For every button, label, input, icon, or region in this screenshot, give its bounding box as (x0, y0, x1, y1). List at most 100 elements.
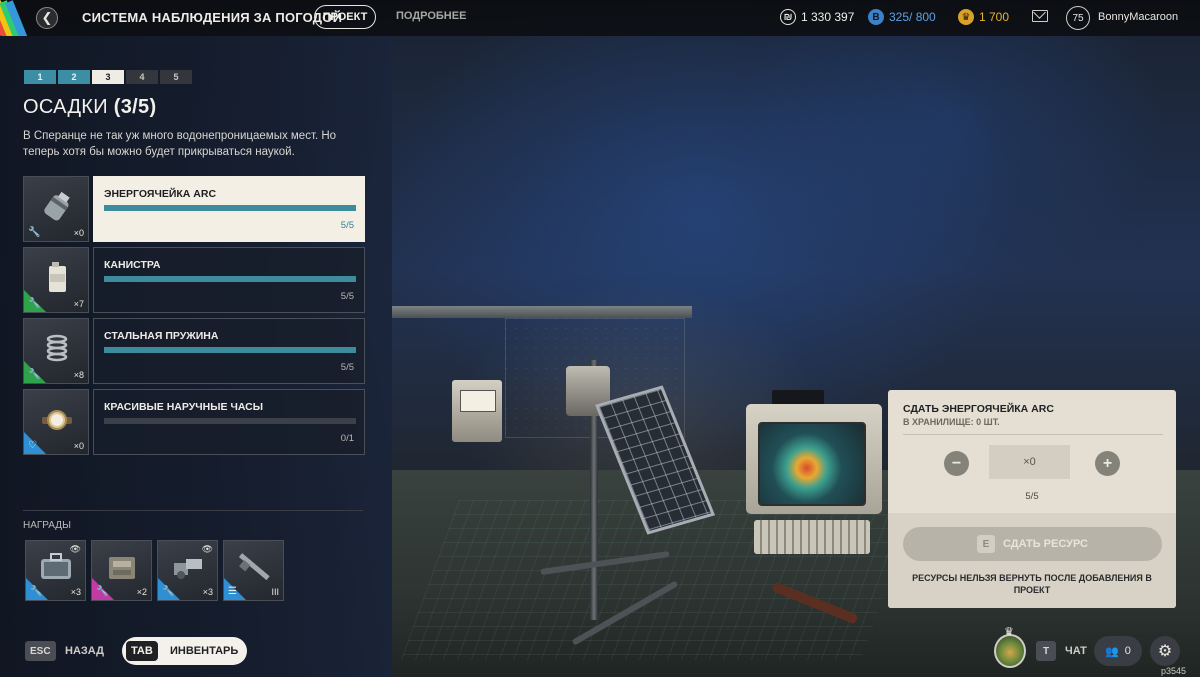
wrench-icon: 🔧 (28, 298, 41, 309)
item-progress-text: 5/5 (340, 220, 354, 231)
dialog-title: СДАТЬ ЭНЕРГОЯЧЕЙКА ARC (903, 403, 1054, 415)
decrease-button[interactable]: − (944, 451, 969, 476)
section-title: ОСАДКИ (3/5) (23, 96, 156, 119)
currency-value: 1 700 (979, 10, 1010, 24)
crown-icon: ♛ (1004, 626, 1014, 638)
friends-button[interactable]: 👥 0 (1094, 636, 1142, 666)
project-step-tabs: 1 2 3 4 5 (24, 70, 192, 84)
item-owned-count: ×0 (73, 228, 84, 238)
item-card[interactable]: ЭНЕРГОЯЧЕЙКА ARC 5/5 (93, 176, 365, 242)
energy-cell-icon (44, 191, 70, 221)
item-card[interactable]: КАНИСТРА 5/5 (93, 247, 365, 313)
section-name: ОСАДКИ (23, 96, 108, 118)
currency-value: 325/ 800 (889, 10, 936, 24)
increase-button[interactable]: + (1095, 451, 1120, 476)
inventory-label[interactable]: ИНВЕНТАРЬ (170, 645, 238, 657)
toolbox-icon (41, 553, 71, 579)
mechanism-icon (174, 559, 202, 579)
wristwatch-icon (42, 410, 72, 430)
reward-count: ×3 (70, 587, 81, 597)
avatar[interactable] (994, 634, 1026, 668)
wrench-icon: 🔧 (162, 586, 175, 597)
dialog-stock: В ХРАНИЛИЩЕ: 0 ШТ. (903, 417, 1000, 427)
item-card[interactable]: КРАСИВЫЕ НАРУЧНЫЕ ЧАСЫ 0/1 (93, 389, 365, 455)
weather-radar-screen (758, 422, 866, 506)
tab-project[interactable]: ПРОЕКТ (314, 5, 376, 29)
step-tab-1[interactable]: 1 (24, 70, 56, 84)
item-progress-fill (104, 205, 356, 211)
item-card[interactable]: СТАЛЬНАЯ ПРУЖИНА 5/5 (93, 318, 365, 384)
gem-icon: ♡ (28, 440, 37, 451)
item-progress-bar (104, 347, 356, 353)
list-icon: ☰ (228, 586, 237, 597)
reward-rifle[interactable]: ☰ III (223, 540, 284, 601)
reward-mechanism[interactable]: 👁 🔧 ×3 (157, 540, 218, 601)
item-thumbnail: 🔧 ×0 (23, 176, 89, 242)
wrench-icon: 🔧 (28, 227, 41, 238)
reward-toolbox[interactable]: 👁 🔧 ×3 (25, 540, 86, 601)
wrench-icon: 🔧 (28, 369, 41, 380)
wrench-icon: 🔧 (30, 586, 43, 597)
crate-icon (109, 557, 135, 579)
item-progress-bar (104, 418, 356, 424)
divider (23, 510, 363, 511)
section-progress: (3/5) (113, 96, 157, 118)
section-description: В Сперанце не так уж много водонепроница… (23, 130, 337, 158)
back-button[interactable]: ❮ (36, 7, 58, 29)
item-name: КРАСИВЫЕ НАРУЧНЫЕ ЧАСЫ (104, 401, 264, 413)
keyboard (754, 520, 870, 554)
esc-key-hint[interactable]: ESC (25, 641, 56, 661)
back-label[interactable]: НАЗАД (65, 645, 104, 657)
tab-details[interactable]: ПОДРОБНЕЕ (396, 10, 466, 22)
submit-resource-button[interactable]: E СДАТЬ РЕСУРС (903, 527, 1162, 561)
username[interactable]: BonnyMacaroon (1098, 11, 1178, 23)
eye-icon[interactable]: 👁 (202, 544, 213, 555)
reward-tier: III (271, 587, 279, 597)
item-progress-text: 5/5 (340, 291, 354, 302)
requirement-canister[interactable]: 🔧 ×7 КАНИСТРА 5/5 (23, 247, 365, 313)
reward-count: ×2 (136, 587, 147, 597)
canister-icon (49, 262, 66, 292)
mail-icon[interactable] (1032, 10, 1048, 22)
chevron-left-icon: ❮ (41, 10, 53, 25)
eye-icon[interactable]: 👁 (70, 544, 81, 555)
step-tab-2[interactable]: 2 (58, 70, 90, 84)
tab-key-hint: TAB (126, 641, 158, 661)
currency-value: 1 330 397 (801, 10, 855, 24)
reward-crate[interactable]: 🔧 ×2 (91, 540, 152, 601)
quantity-field[interactable]: ×0 (989, 445, 1070, 479)
settings-button[interactable]: ⚙ (1150, 636, 1180, 666)
step-tab-4[interactable]: 4 (126, 70, 158, 84)
t-key-hint: T (1036, 641, 1056, 661)
friends-count: 0 (1124, 645, 1131, 657)
item-progress-text: 0/1 (340, 433, 354, 444)
chat-button[interactable]: ЧАТ (1065, 645, 1087, 657)
wrench-icon: 🔧 (96, 586, 109, 597)
player-level-badge[interactable]: 75 (1066, 6, 1090, 30)
item-thumbnail: 🔧 ×8 (23, 318, 89, 384)
item-owned-count: ×8 (73, 370, 84, 380)
requirement-wristwatch[interactable]: ♡ ×0 КРАСИВЫЕ НАРУЧНЫЕ ЧАСЫ 0/1 (23, 389, 365, 455)
warning-text: РЕСУРСЫ НЕЛЬЗЯ ВЕРНУТЬ ПОСЛЕ ДОБАВЛЕНИЯ … (912, 573, 1152, 595)
step-tab-5[interactable]: 5 (160, 70, 192, 84)
item-progress-bar (104, 205, 356, 211)
step-tab-3[interactable]: 3 (92, 70, 124, 84)
watermark: p3545 (1160, 666, 1186, 676)
item-progress-text: 5/5 (340, 362, 354, 373)
item-progress-fill (104, 347, 356, 353)
requirement-steel-spring[interactable]: 🔧 ×8 СТАЛЬНАЯ ПРУЖИНА 5/5 (23, 318, 365, 384)
deposit-dialog: СДАТЬ ЭНЕРГОЯЧЕЙКА ARC В ХРАНИЛИЩЕ: 0 ШТ… (888, 390, 1176, 608)
item-progress-bar (104, 276, 356, 282)
gear-icon: ⚙ (1157, 643, 1173, 660)
friends-icon: 👥 (1105, 645, 1119, 658)
item-thumbnail: ♡ ×0 (23, 389, 89, 455)
currency-gold-tokens: ♛ 1 700 (958, 9, 1009, 25)
item-thumbnail: 🔧 ×7 (23, 247, 89, 313)
rifle-icon (238, 553, 270, 581)
requirement-energy-cell[interactable]: 🔧 ×0 ЭНЕРГОЯЧЕЙКА ARC 5/5 (23, 176, 365, 242)
gold-token-icon: ♛ (958, 9, 974, 25)
voltmeter-device (452, 380, 502, 442)
item-progress-fill (104, 276, 356, 282)
blue-token-icon: B (868, 9, 884, 25)
item-name: СТАЛЬНАЯ ПРУЖИНА (104, 330, 219, 342)
